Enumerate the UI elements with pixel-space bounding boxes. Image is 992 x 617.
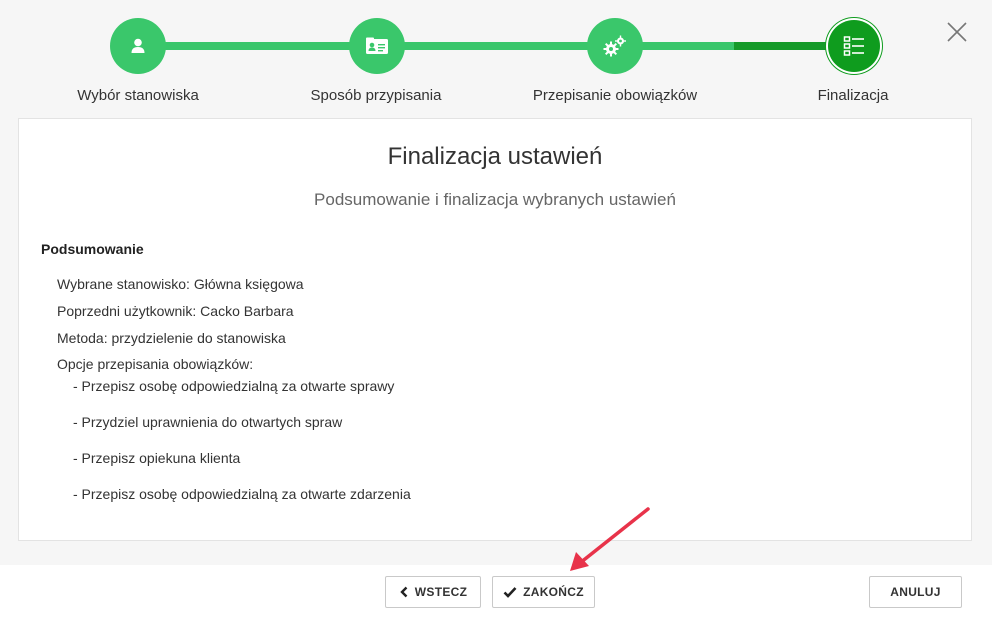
summary-option: - Przepisz osobę odpowiedzialną za otwar… xyxy=(73,486,411,502)
summary-option: - Przydziel uprawnienia do otwartych spr… xyxy=(73,414,343,430)
summary-position: Wybrane stanowisko: Główna księgowa xyxy=(57,276,304,292)
gears-icon xyxy=(603,35,626,57)
page-title: Finalizacja ustawień xyxy=(387,143,603,170)
step-2-circle[interactable] xyxy=(349,18,405,74)
page-subtitle: Podsumowanie i finalizacja wybranych ust… xyxy=(314,190,676,209)
summary-options-heading: Opcje przepisania obowiązków: xyxy=(57,356,254,372)
chevron-left-icon xyxy=(400,586,408,598)
step-3-label: Przepisanie obowiązków xyxy=(532,87,698,104)
cancel-button-label: ANULUJ xyxy=(890,585,941,599)
close-button[interactable] xyxy=(945,20,969,44)
close-icon xyxy=(947,22,967,42)
summary-method: Metoda: przydzielenie do stanowiska xyxy=(57,330,286,346)
id-card-icon xyxy=(366,37,388,54)
step-1-label: Wybór stanowiska xyxy=(77,87,199,104)
back-button[interactable]: WSTECZ xyxy=(385,576,481,608)
summary-option: - Przepisz osobę odpowiedzialną za otwar… xyxy=(73,378,395,394)
stepper-track-completed xyxy=(138,42,734,50)
step-2-label: Sposób przypisania xyxy=(310,87,442,104)
finish-button-label: ZAKOŃCZ xyxy=(523,585,584,599)
check-icon xyxy=(503,587,517,598)
step-1-circle[interactable] xyxy=(110,18,166,74)
step-4-circle[interactable] xyxy=(828,20,880,72)
step-3-circle[interactable] xyxy=(587,18,643,74)
summary-heading: Podsumowanie xyxy=(41,241,144,257)
step-4-label: Finalizacja xyxy=(817,87,889,104)
annotation-arrow xyxy=(570,507,650,571)
summary-previous-user: Poprzedni użytkownik: Cacko Barbara xyxy=(57,303,294,319)
user-icon xyxy=(131,38,145,53)
summary-panel: Finalizacja ustawień Podsumowanie i fina… xyxy=(18,118,972,541)
finish-button[interactable]: ZAKOŃCZ xyxy=(492,576,595,608)
cancel-button[interactable]: ANULUJ xyxy=(869,576,962,608)
summary-option: - Przepisz opiekuna klienta xyxy=(73,450,241,466)
checklist-icon xyxy=(843,36,864,56)
back-button-label: WSTECZ xyxy=(414,585,468,599)
